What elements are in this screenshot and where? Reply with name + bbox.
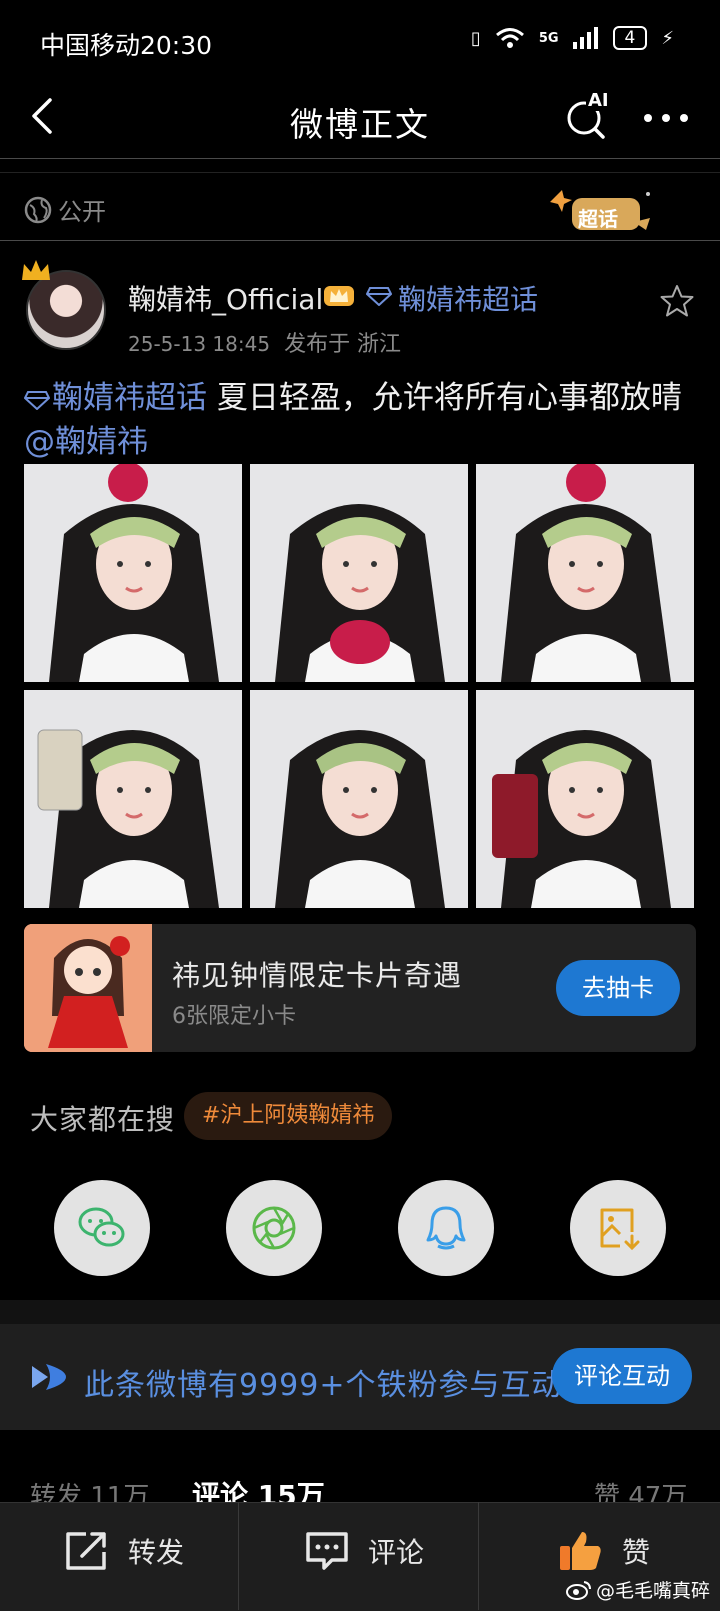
promo-figure-image bbox=[24, 924, 152, 1052]
promo-subtitle: 6张限定小卡 bbox=[172, 1004, 296, 1029]
charging-icon: ⚡ bbox=[661, 27, 674, 49]
post-photo[interactable] bbox=[24, 464, 242, 682]
section-separator bbox=[0, 1300, 720, 1324]
supertopic-badge-label[interactable]: 超话 bbox=[578, 203, 618, 232]
comment-icon bbox=[306, 1532, 348, 1570]
like-label: 赞 bbox=[622, 1536, 651, 1569]
divider bbox=[478, 1502, 479, 1610]
content-mention-link[interactable]: @鞠婧祎 bbox=[24, 424, 148, 460]
post-photo[interactable] bbox=[24, 690, 242, 908]
status-icons: ▯ 5G 4 ⚡ bbox=[471, 26, 674, 50]
post-content: 鞠婧祎超话 夏日轻盈，允许将所有心事都放晴 @鞠婧祎 bbox=[24, 376, 704, 464]
signal-icon bbox=[572, 27, 598, 49]
divider bbox=[0, 158, 720, 159]
post-time: 25-5-13 18:45 bbox=[128, 332, 271, 356]
photo-image bbox=[476, 464, 694, 682]
visibility-label: 公开 bbox=[58, 198, 106, 226]
username[interactable]: 鞠婧祎_Official bbox=[128, 278, 323, 318]
like-button[interactable]: 赞 bbox=[558, 1530, 650, 1572]
share-wechat-button[interactable] bbox=[54, 1180, 150, 1276]
photo-image bbox=[24, 690, 242, 908]
photo-image bbox=[250, 464, 468, 682]
content-text: 夏日轻盈，允许将所有心事都放晴 bbox=[207, 380, 682, 416]
ai-label: AI bbox=[586, 90, 611, 111]
post-photo[interactable] bbox=[476, 464, 694, 682]
photo-image bbox=[24, 464, 242, 682]
promo-title: 祎见钟情限定卡片奇遇 bbox=[172, 959, 463, 992]
comment-interaction-button[interactable]: 评论互动 bbox=[552, 1348, 692, 1404]
vip-crown-icon bbox=[324, 286, 354, 306]
favorite-star-icon[interactable] bbox=[660, 284, 694, 318]
content-topic-link[interactable]: 鞠婧祎超话 bbox=[52, 380, 207, 416]
watermark: @毛毛嘴真碎 bbox=[565, 1576, 710, 1603]
play-double-icon bbox=[32, 1364, 66, 1390]
divider bbox=[0, 172, 720, 173]
share-qq-button[interactable] bbox=[398, 1180, 494, 1276]
post-photo[interactable] bbox=[250, 690, 468, 908]
save-image-button[interactable] bbox=[570, 1180, 666, 1276]
post-meta: 25-5-13 18:45 发布于 浙江 bbox=[128, 326, 401, 358]
battery-indicator: 4 bbox=[612, 26, 648, 50]
photo-image bbox=[476, 690, 694, 908]
draw-card-button[interactable]: 去抽卡 bbox=[556, 960, 680, 1016]
divider bbox=[0, 240, 720, 241]
post-photo[interactable] bbox=[250, 464, 468, 682]
wifi-icon bbox=[495, 28, 524, 48]
repost-button[interactable]: 转发 bbox=[64, 1530, 184, 1572]
promo-image bbox=[24, 924, 152, 1052]
hot-search-label: 大家都在搜 bbox=[30, 1103, 176, 1136]
supertopic-diamond-icon bbox=[24, 390, 50, 410]
comment-button[interactable]: 评论 bbox=[304, 1530, 424, 1572]
divider bbox=[238, 1502, 239, 1610]
weibo-logo-icon bbox=[565, 1580, 591, 1600]
page-title: 微博正文 bbox=[290, 105, 430, 144]
supertopic-diamond-icon bbox=[366, 287, 392, 306]
network-label: 5G bbox=[538, 30, 559, 46]
share-moments-button[interactable] bbox=[226, 1180, 322, 1276]
fan-interaction-text: 此条微博有9999+个铁粉参与互动 bbox=[84, 1368, 563, 1403]
post-photo[interactable] bbox=[476, 690, 694, 908]
thumbs-up-icon bbox=[560, 1532, 601, 1570]
vibrate-icon: ▯ bbox=[470, 27, 481, 49]
crown-icon bbox=[22, 260, 50, 280]
repost-icon bbox=[66, 1532, 106, 1570]
post-location: 发布于 浙江 bbox=[284, 332, 402, 357]
save-image-icon bbox=[600, 1208, 640, 1251]
hot-search-tag[interactable]: #沪上阿姨鞠婧祎 bbox=[184, 1092, 393, 1140]
watermark-text: @毛毛嘴真碎 bbox=[595, 1580, 710, 1602]
visibility-row: 公开 bbox=[24, 192, 106, 227]
photo-image bbox=[250, 690, 468, 908]
more-icon[interactable] bbox=[640, 100, 692, 136]
repost-label: 转发 bbox=[128, 1536, 185, 1569]
ai-search-button[interactable]: AI bbox=[564, 90, 612, 140]
globe-icon bbox=[24, 196, 52, 223]
status-carrier-time: 中国移动20:30 bbox=[40, 31, 213, 60]
moments-icon bbox=[252, 1206, 296, 1250]
promo-card[interactable]: 祎见钟情限定卡片奇遇 6张限定小卡 去抽卡 bbox=[24, 924, 696, 1052]
supertopic-link[interactable]: 鞠婧祎超话 bbox=[398, 278, 538, 318]
wechat-icon bbox=[78, 1207, 125, 1247]
comment-label: 评论 bbox=[368, 1536, 425, 1569]
qq-icon bbox=[426, 1206, 466, 1250]
